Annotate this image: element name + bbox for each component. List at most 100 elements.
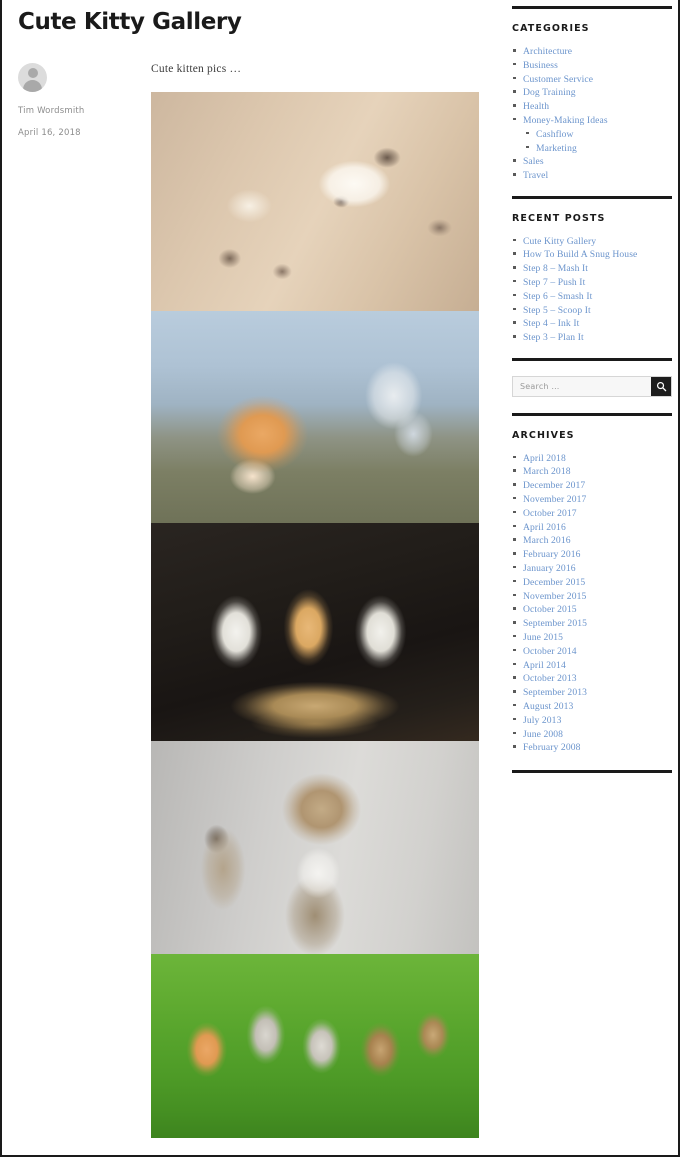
list-item[interactable]: September 2015 (512, 616, 672, 629)
list-item[interactable]: June 2008 (512, 727, 672, 740)
widget-title-recent-posts: Recent Posts (512, 212, 606, 224)
archive-link[interactable]: April 2018 (523, 453, 566, 464)
recent-post-link[interactable]: Step 7 – Push It (523, 277, 585, 288)
gallery-image-2[interactable] (151, 310, 479, 523)
list-item[interactable]: November 2015 (512, 589, 672, 602)
author-name[interactable]: Tim Wordsmith (18, 106, 130, 116)
category-link[interactable]: Dog Training (523, 87, 576, 98)
list-item[interactable]: Money-Making Ideas (512, 113, 672, 126)
archive-link[interactable]: January 2016 (523, 563, 576, 574)
archive-link[interactable]: December 2017 (523, 480, 585, 491)
list-item[interactable]: April 2016 (512, 520, 672, 533)
list-item[interactable]: October 2015 (512, 602, 672, 615)
archive-link[interactable]: June 2015 (523, 632, 563, 643)
category-link[interactable]: Sales (523, 156, 544, 167)
list-item-sub[interactable]: Marketing (512, 141, 672, 154)
categories-list: Architecture Business Customer Service D… (512, 44, 672, 182)
archive-link[interactable]: February 2008 (523, 742, 581, 753)
gallery-image-5[interactable] (151, 953, 479, 1138)
sidebar: Categories Architecture Business Custome… (498, 0, 678, 1155)
list-item[interactable]: Customer Service (512, 72, 672, 85)
list-item[interactable]: Business (512, 58, 672, 71)
archive-link[interactable]: March 2018 (523, 466, 571, 477)
category-link[interactable]: Travel (523, 170, 548, 181)
search-form (512, 375, 672, 397)
category-link[interactable]: Money-Making Ideas (523, 115, 608, 126)
archive-link[interactable]: September 2015 (523, 618, 587, 629)
list-item[interactable]: October 2017 (512, 506, 672, 519)
list-item[interactable]: Cute Kitty Gallery (512, 234, 672, 247)
list-item[interactable]: November 2017 (512, 492, 672, 505)
archive-link[interactable]: March 2016 (523, 535, 571, 546)
archives-list: April 2018 March 2018 December 2017 Nove… (512, 451, 672, 754)
recent-post-link[interactable]: How To Build A Snug House (523, 249, 637, 260)
list-item[interactable]: February 2016 (512, 547, 672, 560)
list-item[interactable]: January 2016 (512, 561, 672, 574)
list-item[interactable]: Step 6 – Smash It (512, 289, 672, 302)
list-item[interactable]: February 2008 (512, 740, 672, 753)
list-item[interactable]: Step 8 – Mash It (512, 261, 672, 274)
list-item[interactable]: March 2018 (512, 464, 672, 477)
list-item[interactable]: Step 4 – Ink It (512, 316, 672, 329)
list-item[interactable]: Travel (512, 168, 672, 181)
list-item[interactable]: Step 5 – Scoop It (512, 303, 672, 316)
avatar-body-shape (23, 79, 42, 92)
post-date[interactable]: April 16, 2018 (18, 128, 130, 138)
category-link[interactable]: Architecture (523, 46, 572, 57)
page-title: Cute Kitty Gallery (18, 9, 242, 35)
list-item[interactable]: December 2017 (512, 478, 672, 491)
category-link[interactable]: Health (523, 101, 549, 112)
recent-post-link[interactable]: Step 6 – Smash It (523, 291, 592, 302)
archive-link[interactable]: February 2016 (523, 549, 581, 560)
archive-link[interactable]: August 2013 (523, 701, 573, 712)
list-item[interactable]: Dog Training (512, 85, 672, 98)
list-item[interactable]: July 2013 (512, 713, 672, 726)
list-item[interactable]: October 2014 (512, 644, 672, 657)
recent-post-link[interactable]: Step 3 – Plan It (523, 332, 584, 343)
list-item[interactable]: Sales (512, 154, 672, 167)
category-link[interactable]: Marketing (536, 143, 577, 154)
archive-link[interactable]: December 2015 (523, 577, 585, 588)
archive-link[interactable]: October 2014 (523, 646, 577, 657)
list-item[interactable]: How To Build A Snug House (512, 247, 672, 260)
archive-link[interactable]: September 2013 (523, 687, 587, 698)
page-root: Cute Kitty Gallery Tim Wordsmith April 1… (0, 0, 680, 1157)
category-link[interactable]: Cashflow (536, 129, 574, 140)
list-item-sub[interactable]: Cashflow (512, 127, 672, 140)
list-item[interactable]: August 2013 (512, 699, 672, 712)
archive-link[interactable]: October 2017 (523, 508, 577, 519)
divider-archives-bottom (512, 769, 672, 773)
recent-post-link[interactable]: Step 5 – Scoop It (523, 305, 591, 316)
list-item[interactable]: Architecture (512, 44, 672, 57)
archive-link[interactable]: November 2017 (523, 494, 586, 505)
list-item[interactable]: September 2013 (512, 685, 672, 698)
archive-link[interactable]: April 2014 (523, 660, 566, 671)
archive-link[interactable]: October 2013 (523, 673, 577, 684)
recent-post-link[interactable]: Step 4 – Ink It (523, 318, 579, 329)
archive-link[interactable]: November 2015 (523, 591, 586, 602)
list-item[interactable]: Step 7 – Push It (512, 275, 672, 288)
gallery-image-4[interactable] (151, 740, 479, 954)
list-item[interactable]: March 2016 (512, 533, 672, 546)
gallery-image-3[interactable] (151, 522, 479, 741)
category-link[interactable]: Customer Service (523, 74, 593, 85)
recent-post-link[interactable]: Step 8 – Mash It (523, 263, 588, 274)
list-item[interactable]: June 2015 (512, 630, 672, 643)
archive-link[interactable]: October 2015 (523, 604, 577, 615)
list-item[interactable]: April 2014 (512, 658, 672, 671)
category-link[interactable]: Business (523, 60, 558, 71)
recent-post-link[interactable]: Cute Kitty Gallery (523, 236, 596, 247)
archive-link[interactable]: April 2016 (523, 522, 566, 533)
search-input[interactable] (513, 376, 651, 396)
list-item[interactable]: Health (512, 99, 672, 112)
list-item[interactable]: October 2013 (512, 671, 672, 684)
list-item[interactable]: December 2015 (512, 575, 672, 588)
post-excerpt: Cute kitten pics … (151, 62, 242, 75)
search-button[interactable] (651, 376, 671, 396)
gallery-image-1[interactable] (151, 91, 479, 311)
archive-link[interactable]: June 2008 (523, 729, 563, 740)
archive-link[interactable]: July 2013 (523, 715, 561, 726)
list-item[interactable]: April 2018 (512, 451, 672, 464)
list-item[interactable]: Step 3 – Plan It (512, 330, 672, 343)
widget-title-categories: Categories (512, 23, 590, 34)
